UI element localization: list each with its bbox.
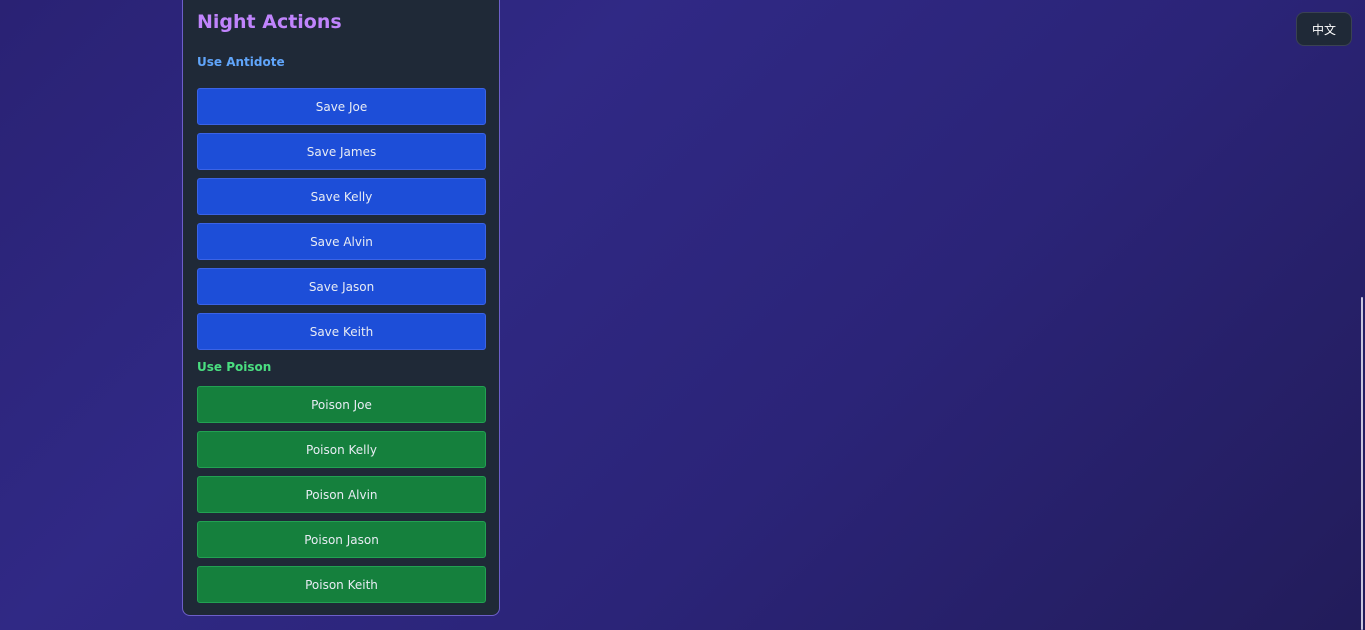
save-james-button[interactable]: Save James (197, 133, 486, 170)
panel-title: Night Actions (197, 11, 342, 33)
save-alvin-button[interactable]: Save Alvin (197, 223, 486, 260)
antidote-section-label: Use Antidote (197, 55, 285, 69)
save-joe-button[interactable]: Save Joe (197, 88, 486, 125)
poison-joe-button[interactable]: Poison Joe (197, 386, 486, 423)
save-keith-button[interactable]: Save Keith (197, 313, 486, 350)
night-actions-panel: Night Actions Use Antidote Save Joe Save… (182, 0, 500, 616)
poison-jason-button[interactable]: Poison Jason (197, 521, 486, 558)
poison-kelly-button[interactable]: Poison Kelly (197, 431, 486, 468)
save-kelly-button[interactable]: Save Kelly (197, 178, 486, 215)
save-jason-button[interactable]: Save Jason (197, 268, 486, 305)
language-toggle-button[interactable]: 中文 (1296, 12, 1352, 46)
poison-section-label: Use Poison (197, 360, 272, 374)
poison-keith-button[interactable]: Poison Keith (197, 566, 486, 603)
page-scrollbar[interactable] (1361, 297, 1363, 630)
poison-alvin-button[interactable]: Poison Alvin (197, 476, 486, 513)
